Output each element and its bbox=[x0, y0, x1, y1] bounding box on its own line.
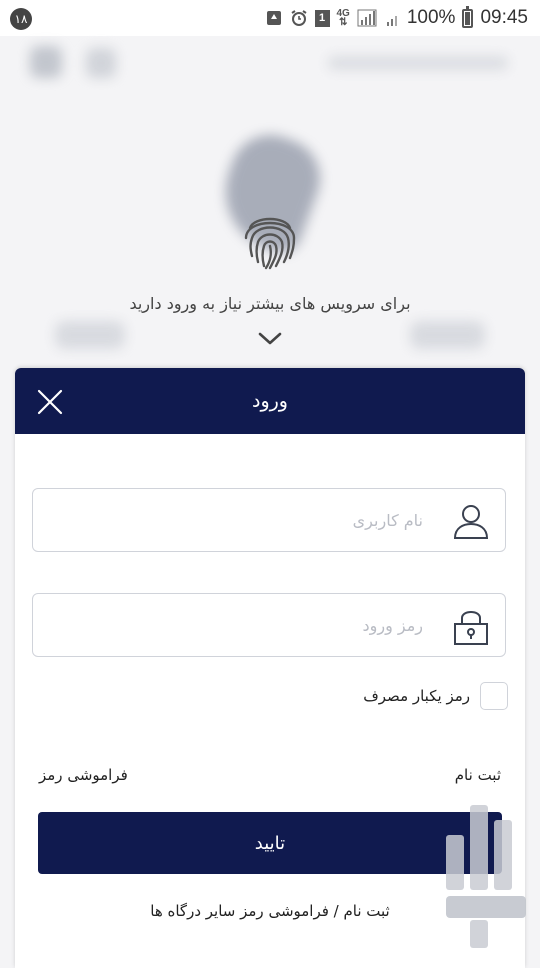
alarm-icon bbox=[290, 10, 307, 26]
status-bar: ۱۸ 1 4G ⇅ 100% 09:45 bbox=[0, 0, 540, 36]
sim-icon: 1 bbox=[314, 9, 330, 27]
register-link[interactable]: ثبت نام bbox=[455, 766, 501, 784]
fingerprint-icon[interactable] bbox=[240, 208, 300, 272]
background-card bbox=[410, 321, 485, 349]
background-header-text bbox=[328, 56, 508, 70]
username-input[interactable] bbox=[47, 503, 425, 537]
password-input[interactable] bbox=[47, 608, 425, 642]
battery-percent: 100% bbox=[406, 7, 456, 28]
signal-icon bbox=[357, 9, 377, 27]
submit-button[interactable]: تایید bbox=[38, 812, 502, 874]
chevron-down-icon[interactable] bbox=[256, 330, 284, 348]
lock-icon bbox=[454, 611, 488, 645]
signal-2-icon bbox=[386, 16, 397, 26]
watermark-logo bbox=[446, 805, 526, 948]
battery-icon bbox=[462, 5, 474, 28]
clock: 09:45 bbox=[480, 7, 528, 28]
login-sheet-title: ورود bbox=[252, 390, 288, 412]
background-notification-icon bbox=[86, 48, 116, 78]
background-card bbox=[55, 321, 125, 349]
recycle-icon bbox=[266, 11, 281, 25]
otp-checkbox[interactable] bbox=[480, 682, 508, 710]
status-icons: 1 4G ⇅ 100% 09:45 bbox=[265, 5, 528, 29]
network-type: 4G ⇅ bbox=[336, 8, 350, 28]
otp-label: رمز یکبار مصرف bbox=[363, 687, 470, 705]
otp-option[interactable]: رمز یکبار مصرف bbox=[363, 682, 508, 710]
login-required-hint: برای سرویس های بیشتر نیاز به ورود دارید bbox=[129, 294, 411, 313]
login-sheet-header: ورود bbox=[15, 368, 525, 434]
password-field bbox=[32, 593, 506, 657]
background-menu-icon bbox=[30, 46, 62, 78]
notification-count-badge: ۱۸ bbox=[10, 8, 32, 30]
background-app bbox=[0, 36, 540, 366]
close-icon[interactable] bbox=[35, 387, 65, 417]
forgot-password-link[interactable]: فراموشی رمز bbox=[39, 766, 128, 784]
user-icon bbox=[453, 505, 489, 539]
username-field bbox=[32, 488, 506, 552]
